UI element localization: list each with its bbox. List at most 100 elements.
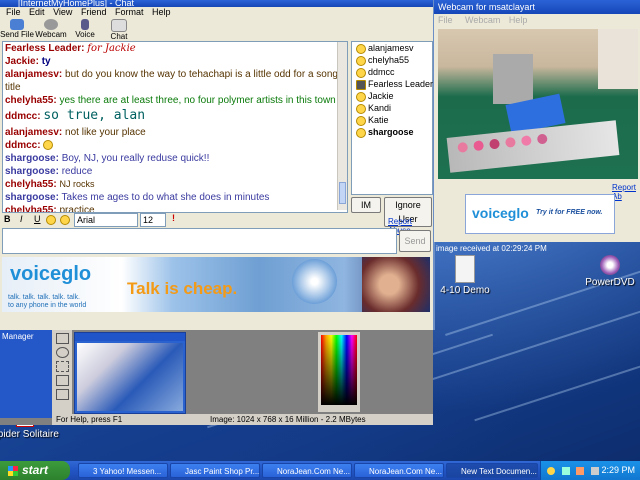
chat-message: ddmcc: [3, 139, 347, 152]
smiley-picker-icon[interactable] [60, 215, 70, 225]
chat-message: chelyha55: NJ rocks [5, 179, 95, 190]
tile-image [446, 120, 620, 173]
user-item[interactable]: Fearless Leader [352, 78, 433, 90]
taskbar: start 3 Yahoo! Messen... Jasc Paint Shop… [0, 461, 640, 480]
security-tray-icon[interactable] [590, 466, 599, 475]
psp-color-palette [318, 332, 360, 412]
chat-message: Jackie: ty [5, 56, 51, 67]
psp-statusbar: For Help, press F1 Image: 1024 x 768 x 1… [52, 414, 433, 425]
menu-help[interactable]: Help [152, 7, 171, 17]
user-item[interactable]: Jackie [352, 90, 432, 102]
user-item[interactable]: chelyha55 [352, 54, 432, 66]
volume-tray-icon[interactable] [576, 466, 585, 475]
chat-message: alanjamesv: but do you know the way to t… [5, 69, 338, 93]
color-palette-icon[interactable] [46, 215, 56, 225]
italic-button[interactable]: I [20, 214, 23, 224]
windows-logo-icon [8, 465, 18, 476]
chat-bubble-icon [111, 19, 127, 32]
psp-image-thumbnail [77, 343, 183, 411]
send-button[interactable]: Send [399, 230, 431, 252]
user-item[interactable]: ddmcc [352, 66, 432, 78]
alert-icon[interactable]: ! [172, 213, 175, 223]
microphone-icon [81, 19, 89, 30]
network-tray-icon[interactable] [561, 466, 570, 475]
crop-tool-icon[interactable] [56, 375, 69, 386]
psp-image-titlebar [75, 333, 185, 341]
webcam-menu-file[interactable]: File [438, 15, 453, 25]
move-tool-icon[interactable] [56, 389, 69, 400]
user-list: alanjamesv chelyha55 ddmcc Fearless Lead… [351, 41, 433, 195]
webcam-menubar: File Webcam Help [434, 14, 640, 26]
scrollbar-thumb[interactable] [339, 182, 346, 204]
arrow-tool-icon[interactable] [56, 333, 69, 344]
underline-button[interactable]: U [34, 214, 41, 224]
menu-format[interactable]: Format [115, 7, 144, 17]
user-item[interactable]: Katie [352, 114, 432, 126]
webcam-icon [44, 19, 58, 30]
psp-image-window[interactable] [74, 332, 186, 414]
voiceglo-banner-ad[interactable]: voiceglo talk. talk. talk. talk. talk. t… [2, 257, 430, 312]
webcam-menu-webcam[interactable]: Webcam [465, 15, 500, 25]
user-face-icon [356, 115, 366, 126]
person-image [362, 257, 430, 312]
ad-tagline: talk. talk. talk. talk. talk. [8, 294, 80, 301]
user-item[interactable]: alanjamesv [352, 42, 432, 54]
webcam-report-abuse-link[interactable]: Report Ab [612, 183, 640, 201]
clock[interactable]: 2:29 PM [601, 461, 635, 480]
zoom-tool-icon[interactable] [56, 347, 69, 358]
font-size-select[interactable]: 12 [140, 213, 166, 227]
user-face-icon [356, 67, 366, 78]
yahoo-tray-icon[interactable] [547, 466, 555, 475]
taskbar-item-norajean-2[interactable]: NoraJean.Com Ne... [354, 463, 444, 478]
taskbar-item-norajean-1[interactable]: NoraJean.Com Ne... [262, 463, 352, 478]
chat-message: shargoose: Takes me ages to do what she … [5, 192, 270, 203]
chat-titlebar[interactable]: [InternetMyHomePlus] - Chat [0, 0, 433, 7]
taskbar-item-paint-shop-pro[interactable]: Jasc Paint Shop Pr... [170, 463, 260, 478]
webcam-button[interactable]: Webcam [34, 18, 68, 40]
ad-brand-logo: voiceglo [10, 263, 92, 285]
color-spectrum[interactable] [321, 335, 357, 405]
desktop-icon-powerdvd[interactable]: PowerDVD [575, 255, 640, 288]
start-button[interactable]: start [0, 461, 70, 480]
chat-message: chelyha55: yes there are at least three,… [5, 95, 336, 106]
taskbar-item-yahoo-messenger[interactable]: 3 Yahoo! Messen... [78, 463, 168, 478]
system-tray: 2:29 PM [540, 461, 640, 480]
select-tool-icon[interactable] [56, 361, 69, 372]
webcam-titlebar[interactable]: Webcam for msatclayart [434, 0, 640, 14]
paint-shop-pro-window: Manager For Help, press F1 Image: 1024 x… [0, 330, 433, 425]
webcam-menu-help[interactable]: Help [509, 15, 528, 25]
taskbar-item-new-text-document[interactable]: New Text Documen... [446, 463, 538, 478]
user-item[interactable]: Kandi [352, 102, 432, 114]
user-face-icon [356, 91, 366, 102]
ad-tagline-2: to any phone in the world [8, 302, 87, 309]
im-button[interactable]: IM [351, 197, 381, 213]
menu-friend[interactable]: Friend [81, 7, 107, 17]
font-select[interactable]: Arial [74, 213, 138, 227]
chat-message: shargoose: Boy, NJ, you really reduse qu… [5, 153, 210, 164]
desktop-icon-demo[interactable]: 4-10 Demo [430, 255, 500, 296]
chat-menubar: File Edit View Friend Format Help [0, 7, 433, 18]
chat-message: ddmcc: so true, alan [5, 108, 146, 123]
chat-message: shargoose: reduce [5, 166, 93, 177]
skydiver-image [292, 259, 337, 304]
user-face-icon [356, 127, 366, 138]
menu-file[interactable]: File [6, 7, 21, 17]
webcam-voiceglo-ad[interactable]: voiceglo Try it for FREE now. [465, 194, 615, 234]
message-input[interactable] [2, 228, 397, 254]
paper-image [598, 29, 638, 89]
chat-button[interactable]: Chat [102, 18, 136, 41]
send-file-icon [10, 19, 24, 30]
bold-button[interactable]: B [4, 214, 11, 224]
menu-edit[interactable]: Edit [29, 7, 45, 17]
voice-button[interactable]: Voice [68, 18, 102, 40]
smiley-emoticon-icon [43, 140, 54, 151]
send-file-button[interactable]: Send File [0, 18, 34, 40]
psp-toolbox [52, 330, 72, 418]
webcam-window: Webcam for msatclayart File Webcam Help … [433, 0, 640, 242]
chat-scrollbar[interactable] [337, 42, 347, 210]
chat-log: Fearless Leader: for Jackie Jackie: ty a… [2, 41, 348, 213]
user-face-icon [356, 43, 366, 54]
user-item[interactable]: shargoose [352, 126, 432, 138]
menu-view[interactable]: View [53, 7, 72, 17]
chat-message: Fearless Leader: for Jackie [5, 43, 136, 54]
